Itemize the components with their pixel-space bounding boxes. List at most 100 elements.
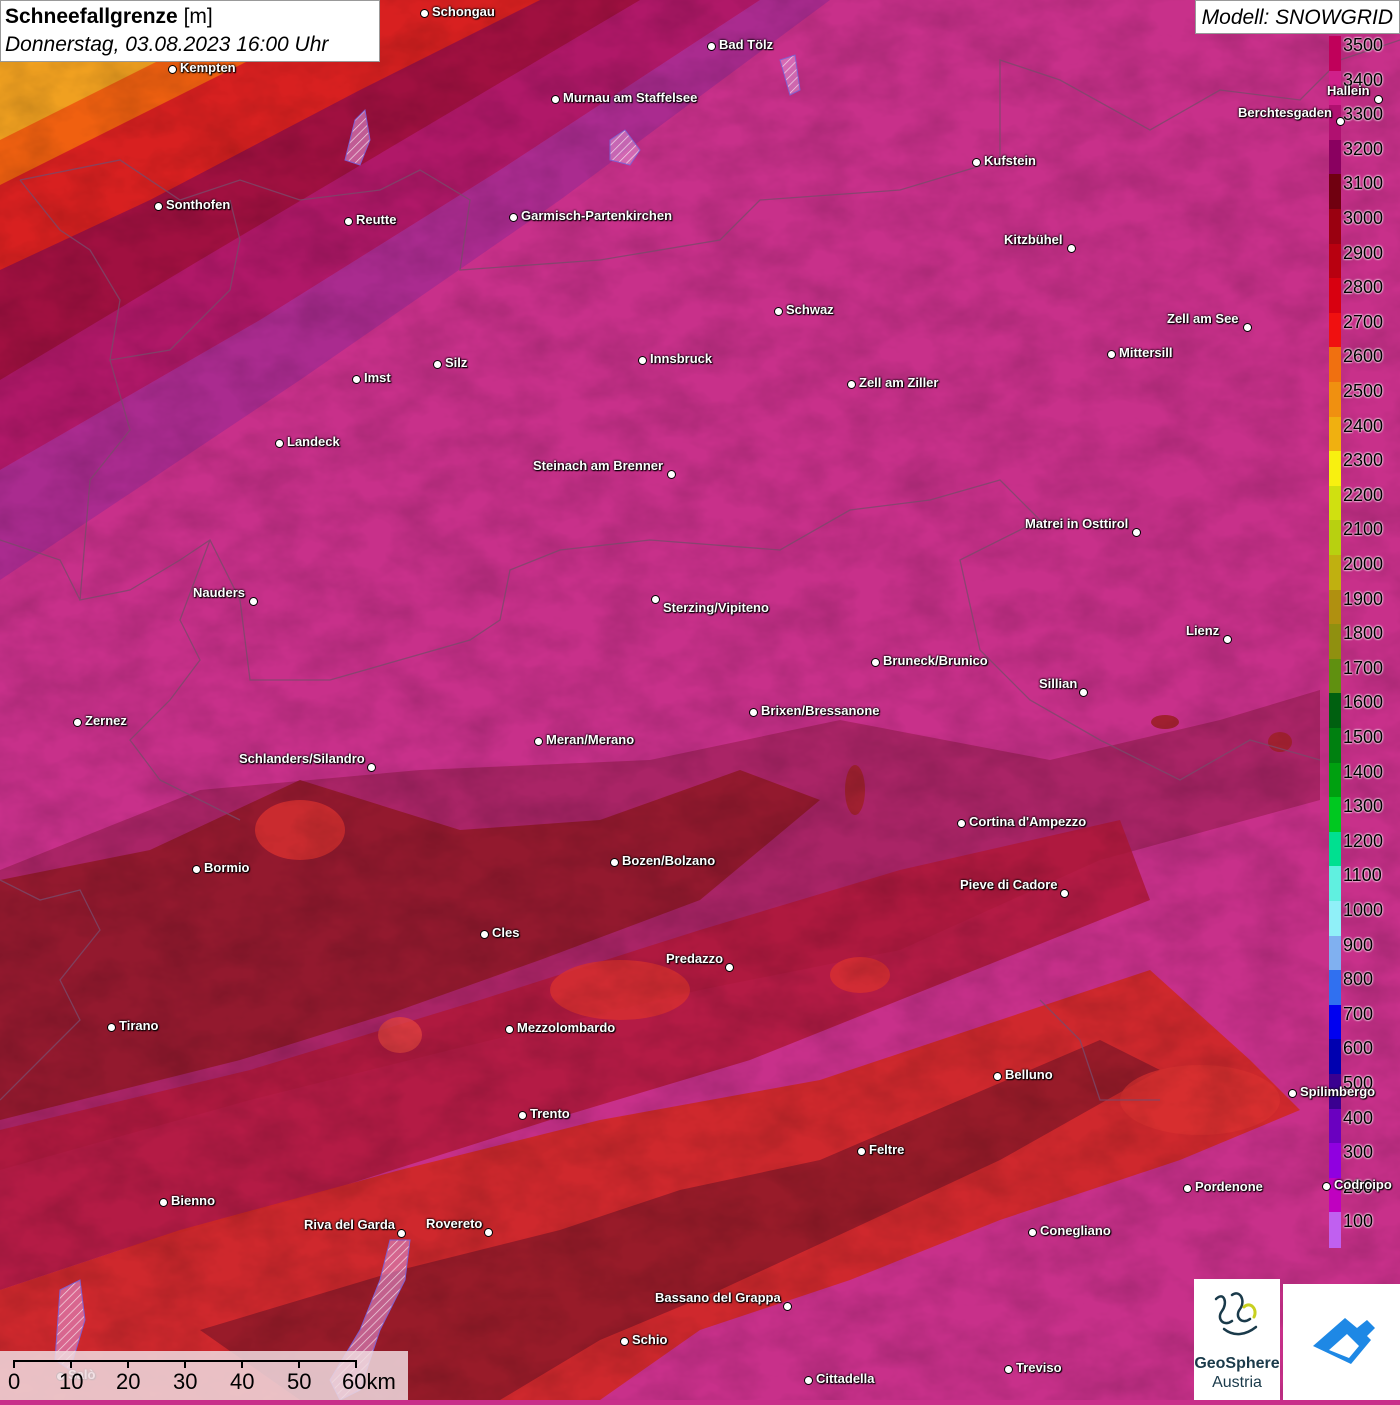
city-label: Trento: [530, 1106, 570, 1121]
legend-swatch: [1329, 451, 1341, 487]
city-label: Codroipo: [1334, 1177, 1392, 1192]
legend-swatch: [1329, 831, 1341, 868]
title-box: Schneefallgrenze [m] Donnerstag, 03.08.2…: [0, 0, 380, 62]
legend-label: 800: [1343, 969, 1374, 990]
city-label: Bad Tölz: [719, 37, 774, 52]
city-label: Mezzolombardo: [517, 1020, 616, 1035]
legend-swatch: [1329, 139, 1341, 176]
city-label: Garmisch-Partenkirchen: [521, 208, 673, 223]
city-marker: [857, 1147, 866, 1156]
legend-swatch: [1329, 485, 1341, 522]
city-label: Schwaz: [786, 302, 834, 317]
city-label: Predazzo: [666, 951, 724, 966]
city-marker: [505, 1025, 514, 1034]
scale-label: 0: [8, 1369, 21, 1394]
city-marker: [638, 356, 647, 365]
city-label: Cortina d'Ampezzo: [969, 814, 1087, 829]
city-marker: [73, 718, 82, 727]
legend-swatch: [1329, 347, 1341, 383]
model-label: Modell: SNOWGRID: [1194, 0, 1400, 34]
legend-swatch: [1329, 624, 1341, 660]
scale-tick: [298, 1360, 300, 1368]
city-marker: [534, 737, 543, 746]
legend-label: 900: [1343, 934, 1374, 955]
scale-bar: 0 10 20 30 40 50 60km: [0, 1351, 408, 1400]
legend-label: 2700: [1343, 311, 1384, 332]
legend-swatch: [1329, 935, 1341, 972]
legend-label: 2200: [1343, 484, 1384, 505]
city-marker: [610, 858, 619, 867]
legend-swatch: [1329, 278, 1341, 314]
city-marker: [518, 1111, 527, 1120]
app-logo[interactable]: [1283, 1284, 1400, 1400]
city-marker: [1004, 1365, 1013, 1374]
city-marker: [275, 439, 284, 448]
scale-tick: [241, 1360, 243, 1368]
city-marker: [107, 1023, 116, 1032]
legend-swatch: [1329, 901, 1341, 937]
city-marker: [192, 865, 201, 874]
scale-tick: [355, 1360, 357, 1368]
city-marker: [509, 213, 518, 222]
legend-label: 2900: [1343, 242, 1384, 263]
legend-label: 1100: [1343, 865, 1382, 886]
legend-label: 1600: [1343, 692, 1384, 713]
city-marker: [993, 1072, 1002, 1081]
city-marker: [154, 202, 163, 211]
snow-app-icon: [1313, 1318, 1375, 1364]
city-label: Schlanders/Silandro: [239, 751, 365, 766]
scale-tick: [184, 1360, 186, 1368]
city-label: Kitzbühel: [1004, 232, 1063, 247]
geosphere-logo[interactable]: GeoSphere Austria: [1194, 1279, 1280, 1400]
legend-label: 1300: [1343, 796, 1384, 817]
city-label: Zernez: [85, 713, 127, 728]
city-marker: [352, 375, 361, 384]
city-label: Rovereto: [426, 1216, 483, 1231]
city-marker: [1060, 889, 1069, 898]
map-title: Schneefallgrenze: [5, 5, 178, 28]
legend-label: 2600: [1343, 346, 1384, 367]
city-label: Riva del Garda: [304, 1217, 396, 1232]
city-label: Steinach am Brenner: [533, 458, 664, 473]
city-marker: [168, 65, 177, 74]
city-label: Conegliano: [1040, 1223, 1111, 1238]
city-marker: [1067, 244, 1076, 253]
city-label: Silz: [445, 355, 468, 370]
scale-label: 10: [59, 1369, 84, 1394]
city-label: Berchtesgaden: [1238, 105, 1332, 120]
legend-swatch: [1329, 382, 1341, 418]
legend-swatch: [1329, 1108, 1341, 1145]
city-label: Kufstein: [984, 153, 1036, 168]
scale-tick: [13, 1360, 15, 1368]
city-label: Sterzing/Vipiteno: [663, 600, 769, 615]
legend-swatch: [1329, 36, 1341, 72]
map-datetime: Donnerstag, 03.08.2023 16:00 Uhr: [5, 33, 329, 56]
legend-label: 700: [1343, 1003, 1374, 1024]
city-marker: [1288, 1089, 1297, 1098]
city-label: Cittadella: [816, 1371, 875, 1386]
city-label: Belluno: [1005, 1067, 1053, 1082]
legend-label: 1000: [1343, 900, 1384, 920]
city-marker: [344, 217, 353, 226]
city-label: Landeck: [287, 434, 340, 449]
city-label: Kempten: [180, 60, 236, 75]
legend-swatch: [1329, 209, 1341, 245]
city-marker: [1322, 1182, 1331, 1191]
legend-swatch: [1329, 520, 1341, 556]
city-label: Imst: [364, 370, 391, 385]
legend-label: 100: [1343, 1211, 1374, 1232]
legend-label: 3000: [1343, 208, 1384, 228]
city-label: Lienz: [1186, 623, 1220, 638]
city-marker: [480, 930, 489, 939]
city-label: Treviso: [1016, 1360, 1062, 1375]
city-marker: [667, 470, 676, 479]
city-label: Bozen/Bolzano: [622, 853, 716, 868]
scale-tick: [70, 1360, 72, 1368]
legend-swatch: [1329, 589, 1341, 626]
city-marker: [367, 763, 376, 772]
scale-label: 30: [173, 1369, 198, 1394]
legend-swatch: [1329, 693, 1341, 729]
city-marker: [1374, 95, 1383, 104]
legend-swatch: [1329, 866, 1341, 902]
city-marker: [1028, 1228, 1037, 1237]
